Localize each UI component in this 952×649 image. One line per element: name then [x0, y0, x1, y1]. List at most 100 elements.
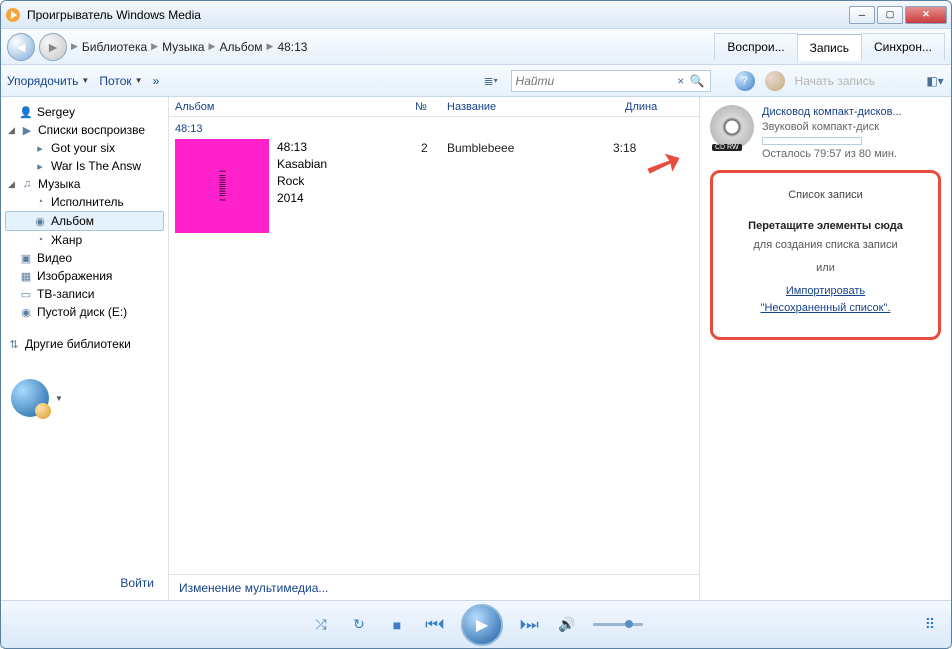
cd-icon: [710, 105, 754, 149]
album-genre[interactable]: Rock: [277, 173, 407, 190]
disc-progress: [762, 137, 862, 145]
next-button[interactable]: ⏵⏭: [517, 616, 541, 633]
prev-button[interactable]: ⏮⏴: [423, 616, 447, 633]
player-bar: ⤮ ↻ ■ ⏮⏴ ▶ ⏵⏭ 🔊 ⠿: [1, 600, 951, 648]
album-art[interactable]: I IIIIIIIIII I: [175, 139, 269, 233]
organize-menu[interactable]: Упорядочить▼: [7, 74, 89, 88]
chevron-right-icon: ▶: [71, 41, 78, 52]
sidebar-pl-item[interactable]: ▸Got your six: [5, 139, 164, 157]
drive-info: Дисковод компакт-дисков... Звуковой комп…: [710, 105, 941, 162]
chevron-right-icon: ▶: [209, 41, 216, 52]
genre-icon: ◔: [33, 234, 47, 246]
sidebar-music[interactable]: ◢♫Музыка: [5, 175, 164, 193]
burn-or-label: или: [721, 260, 930, 277]
close-button[interactable]: ✕: [905, 6, 947, 24]
burn-list-box[interactable]: ➚ Список записи Перетащите элементы сюда…: [710, 170, 941, 340]
body: 👤Sergey ◢▶Списки воспроизве ▸Got your si…: [1, 97, 951, 600]
sidebar-video[interactable]: ▣Видео: [5, 249, 164, 267]
playlist-item-icon: ▸: [33, 160, 47, 173]
forward-button[interactable]: ►: [39, 33, 67, 61]
minimize-button[interactable]: ─: [849, 6, 875, 24]
tab-sync[interactable]: Синхрон...: [861, 33, 945, 60]
album-year[interactable]: 2014: [277, 190, 407, 207]
collapse-icon[interactable]: ◢: [7, 125, 16, 136]
stop-button[interactable]: ■: [385, 617, 409, 633]
burn-options-icon[interactable]: ◧▾: [925, 71, 945, 91]
shuffle-button[interactable]: ⤮: [309, 616, 333, 633]
crumb-current[interactable]: 48:13: [277, 40, 307, 54]
album-group-header[interactable]: 48:13: [175, 121, 693, 139]
sidebar-pl-item[interactable]: ▸War Is The Answ: [5, 157, 164, 175]
nav-row: ◄ ► ▶ Библиотека ▶ Музыка ▶ Альбом ▶ 48:…: [1, 29, 951, 65]
crumb-library[interactable]: Библиотека: [82, 40, 147, 54]
track-length: 3:18: [613, 141, 693, 155]
start-burn-label: Начать запись: [795, 74, 875, 88]
burn-list-title: Список записи: [721, 187, 930, 204]
content: 48:13 I IIIIIIIIII I 48:13 Kasabian Rock…: [169, 117, 699, 574]
disc-icon: ◉: [19, 306, 33, 319]
col-title[interactable]: Название: [441, 101, 619, 113]
sidebar-album[interactable]: ◉Альбом: [5, 211, 164, 231]
artist-icon: ◔: [33, 196, 47, 208]
track-num: 2: [415, 141, 447, 155]
tab-burn[interactable]: Запись: [797, 34, 862, 61]
mute-button[interactable]: 🔊: [555, 616, 579, 633]
sidebar-tv[interactable]: ▭ТВ-записи: [5, 285, 164, 303]
import-link-2[interactable]: "Несохраненный список".: [761, 302, 891, 314]
col-album[interactable]: Альбом: [169, 101, 409, 113]
video-icon: ▣: [19, 252, 33, 265]
sidebar-user[interactable]: 👤Sergey: [5, 103, 164, 121]
sidebar-artist[interactable]: ◔Исполнитель: [5, 193, 164, 211]
avatar-icon[interactable]: [765, 71, 785, 91]
sidebar-disc[interactable]: ◉Пустой диск (E:): [5, 303, 164, 321]
track-row[interactable]: 2 Bumblebeee 3:18: [415, 139, 693, 155]
search-input[interactable]: [516, 74, 673, 88]
crumb-album[interactable]: Альбом: [219, 40, 262, 54]
volume-slider[interactable]: [593, 623, 643, 626]
tab-play[interactable]: Воспрои...: [714, 33, 797, 60]
chevron-down-icon[interactable]: ▼: [55, 394, 63, 403]
sidebar-other-libs[interactable]: ⇅Другие библиотеки: [5, 335, 164, 353]
back-button[interactable]: ◄: [7, 33, 35, 61]
app-window: Проигрыватель Windows Media ─ ▢ ✕ ◄ ► ▶ …: [0, 0, 952, 649]
user-icon: 👤: [19, 106, 33, 119]
disc-type: Звуковой компакт-диск: [762, 120, 941, 135]
online-stores-button[interactable]: [11, 379, 49, 417]
drive-link[interactable]: Дисковод компакт-дисков...: [762, 105, 941, 120]
sidebar-genre[interactable]: ◔Жанр: [5, 231, 164, 249]
sidebar: 👤Sergey ◢▶Списки воспроизве ▸Got your si…: [1, 97, 169, 600]
switch-view-button[interactable]: ⠿: [925, 616, 935, 633]
album-name[interactable]: 48:13: [277, 139, 407, 156]
playlist-icon: ▶: [20, 124, 34, 137]
network-icon: ⇅: [7, 338, 21, 351]
album-row: I IIIIIIIIII I 48:13 Kasabian Rock 2014 …: [175, 139, 693, 233]
play-button[interactable]: ▶: [461, 604, 503, 646]
login-link[interactable]: Войти: [5, 570, 164, 594]
collapse-icon[interactable]: ◢: [7, 179, 16, 190]
picture-icon: ▦: [19, 270, 33, 283]
maximize-button[interactable]: ▢: [877, 6, 903, 24]
toolbar: Упорядочить▼ Поток▼ » ≣ ▾ × 🔍 ? Начать з…: [1, 65, 951, 97]
list-view-icon[interactable]: ≣ ▾: [481, 71, 501, 91]
search-icon[interactable]: 🔍: [689, 71, 706, 91]
album-artist[interactable]: Kasabian: [277, 156, 407, 173]
stream-menu[interactable]: Поток▼: [99, 74, 142, 88]
col-length[interactable]: Длина: [619, 101, 699, 113]
search-box[interactable]: × 🔍: [511, 70, 711, 92]
help-icon[interactable]: ?: [735, 71, 755, 91]
sidebar-pictures[interactable]: ▦Изображения: [5, 267, 164, 285]
breadcrumb: ▶ Библиотека ▶ Музыка ▶ Альбом ▶ 48:13: [71, 40, 711, 54]
col-num[interactable]: №: [409, 101, 441, 113]
clear-search-icon[interactable]: ×: [673, 71, 690, 91]
crumb-music[interactable]: Музыка: [162, 40, 204, 54]
window-title: Проигрыватель Windows Media: [27, 8, 849, 22]
burn-drag-label: Перетащите элементы сюда: [721, 218, 930, 235]
chevron-right-icon: ▶: [267, 41, 274, 52]
sidebar-playlists[interactable]: ◢▶Списки воспроизве: [5, 121, 164, 139]
tv-icon: ▭: [19, 288, 33, 301]
import-link-1[interactable]: Импортировать: [786, 285, 865, 297]
repeat-button[interactable]: ↻: [347, 616, 371, 633]
more-menu[interactable]: »: [153, 74, 160, 88]
disc-remaining: Осталось 79:57 из 80 мин.: [762, 147, 941, 162]
status-bar[interactable]: Изменение мультимедиа...: [169, 574, 699, 600]
